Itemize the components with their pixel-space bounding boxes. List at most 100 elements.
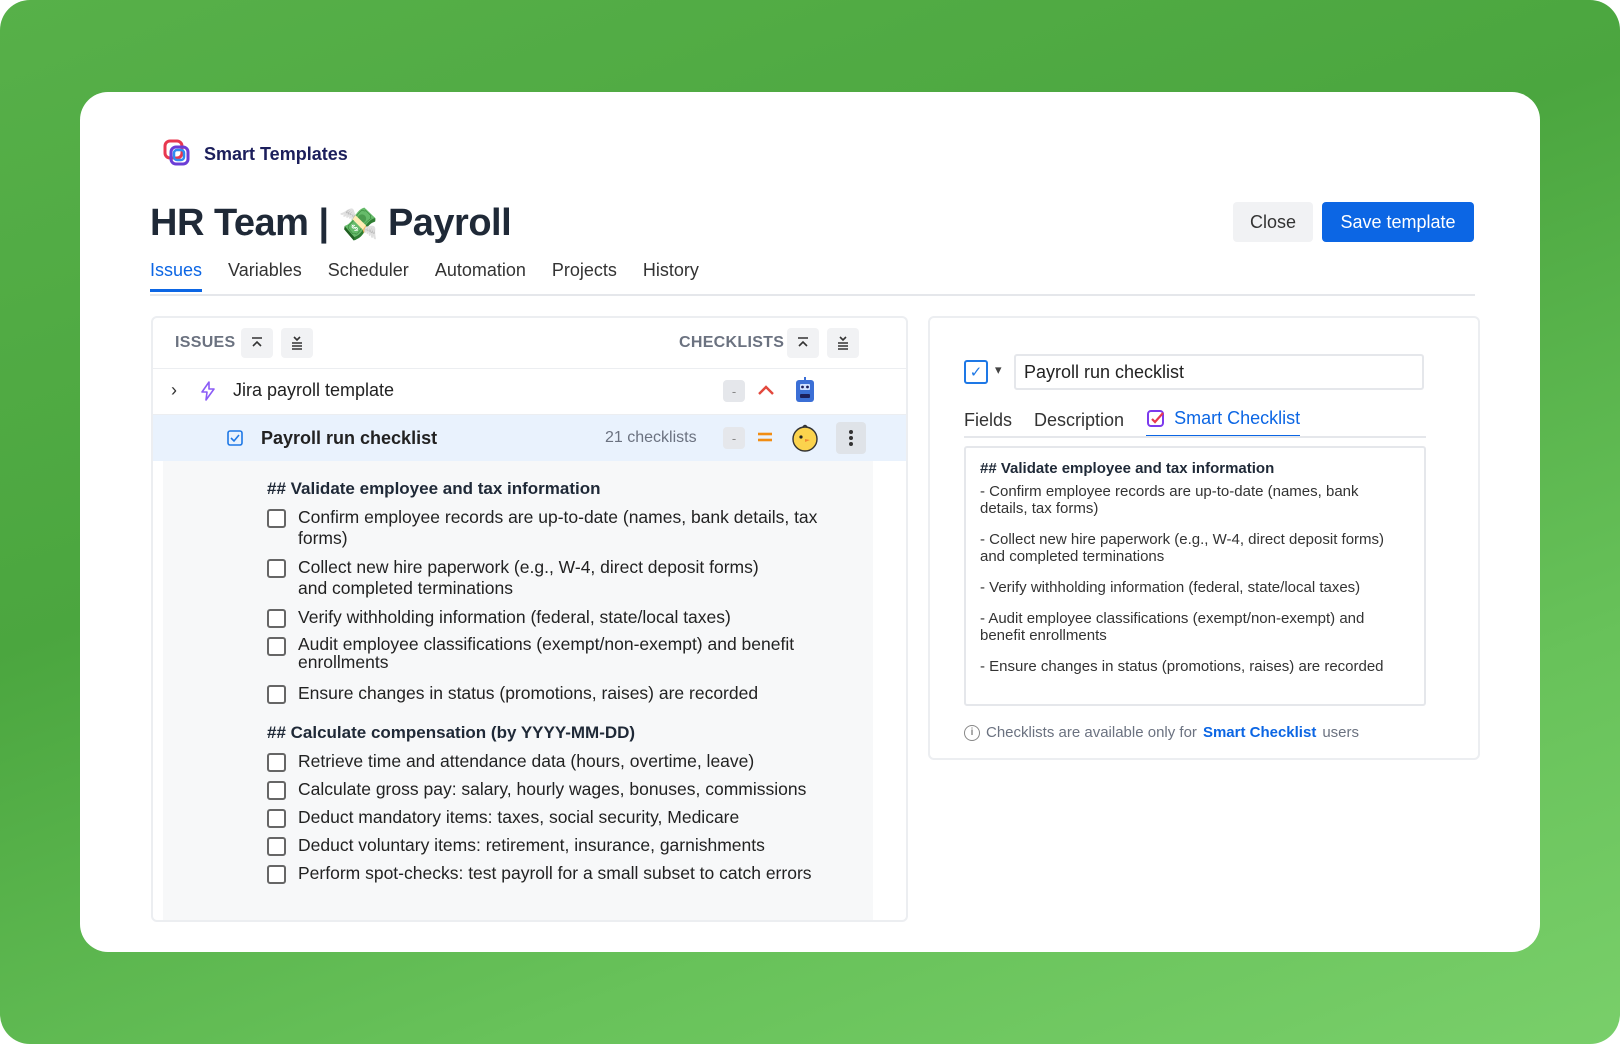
- save-template-button[interactable]: Save template: [1322, 202, 1474, 242]
- note-prefix: Checklists are available only for: [986, 724, 1197, 741]
- checklist-item[interactable]: Confirm employee records are up-to-date …: [267, 507, 837, 549]
- checklist-item-checkbox[interactable]: [267, 509, 286, 528]
- tab-issues[interactable]: Issues: [150, 260, 203, 292]
- tabs-divider: [150, 294, 1475, 296]
- checklist-item[interactable]: Audit employee classifications (exempt/n…: [267, 635, 817, 671]
- priority-medium-icon: [758, 432, 772, 442]
- issues-panel: ISSUES CHECKLISTS › Jira payroll templat…: [151, 316, 908, 922]
- checklist-detail-panel: ✓ ▾ Payroll run checklist Fields Descrip…: [928, 316, 1480, 760]
- selected-checklist-row[interactable]: Payroll run checklist 21 checklists -: [153, 415, 906, 461]
- checklist-item[interactable]: Retrieve time and attendance data (hours…: [267, 751, 754, 772]
- checklist-section-heading: ## Calculate compensation (by YYYY-MM-DD…: [267, 723, 636, 742]
- collapse-icon: [252, 337, 262, 347]
- checklist-item-text: Confirm employee records are up-to-date …: [298, 507, 818, 548]
- tab-scheduler[interactable]: Scheduler: [328, 260, 409, 292]
- main-tabs: Issues Variables Scheduler Automation Pr…: [150, 260, 725, 292]
- checklist-item[interactable]: Deduct voluntary items: retirement, insu…: [267, 835, 765, 856]
- checklist-item[interactable]: Ensure changes in status (promotions, ra…: [267, 683, 758, 704]
- tab-history[interactable]: History: [643, 260, 699, 292]
- markdown-line: - Audit employee classifications (exempt…: [980, 610, 1365, 644]
- checklist-item-checkbox[interactable]: [267, 609, 286, 628]
- checklist-item[interactable]: Perform spot-checks: test payroll for a …: [267, 863, 812, 884]
- chevron-right-icon[interactable]: ›: [171, 380, 177, 401]
- availability-note: i Checklists are available only for Smar…: [964, 724, 1359, 741]
- checklist-type-checkbox[interactable]: ✓: [964, 360, 988, 384]
- info-icon: i: [964, 724, 980, 741]
- checklist-item-checkbox[interactable]: [267, 753, 286, 772]
- issue-title: Jira payroll template: [233, 380, 395, 400]
- checklist-item-checkbox[interactable]: [267, 809, 286, 828]
- checklist-item-text: Audit employee classifications (exempt/n…: [298, 634, 795, 672]
- checkbox-checked-icon: [227, 430, 243, 446]
- more-vertical-icon: [849, 430, 853, 446]
- row-more-actions-button[interactable]: [836, 422, 866, 454]
- markdown-heading: ## Validate employee and tax information: [980, 460, 1275, 477]
- smart-checklist-markdown[interactable]: ## Validate employee and tax information…: [964, 446, 1426, 706]
- template-editor-card: Smart Templates HR Team | 💸 Payroll Clos…: [80, 92, 1540, 952]
- issue-row[interactable]: › Jira payroll template -: [153, 368, 906, 415]
- checklist-name-input[interactable]: Payroll run checklist: [1014, 354, 1424, 390]
- smart-templates-logo-icon: [163, 139, 190, 166]
- checklist-content: ## Validate employee and tax information…: [163, 461, 873, 920]
- tab-fields[interactable]: Fields: [964, 408, 1012, 438]
- checklist-item-text: Verify withholding information (federal,…: [298, 607, 731, 627]
- checklist-item-checkbox[interactable]: [267, 781, 286, 800]
- markdown-line: - Ensure changes in status (promotions, …: [980, 658, 1384, 675]
- page-title: HR Team | 💸 Payroll: [150, 202, 512, 245]
- checklist-item-checkbox[interactable]: [267, 685, 286, 704]
- checklist-item[interactable]: Collect new hire paperwork (e.g., W-4, d…: [267, 557, 767, 599]
- checklist-section-heading: ## Validate employee and tax information: [267, 479, 601, 498]
- issues-label: ISSUES: [175, 334, 236, 351]
- collapse-icon: [798, 337, 808, 347]
- checklist-item-text: Deduct voluntary items: retirement, insu…: [298, 835, 765, 855]
- checklist-dash-badge: -: [723, 380, 745, 402]
- checklist-item-checkbox[interactable]: [267, 865, 286, 884]
- checklist-item-text: Perform spot-checks: test payroll for a …: [298, 863, 812, 883]
- detail-tabs-divider: [964, 436, 1426, 438]
- checklist-item-text: Calculate gross pay: salary, hourly wage…: [298, 779, 807, 799]
- markdown-line: - Verify withholding information (federa…: [980, 579, 1361, 596]
- smart-checklist-link[interactable]: Smart Checklist: [1203, 724, 1316, 741]
- brand: Smart Templates: [162, 138, 348, 170]
- markdown-line: - Confirm employee records are up-to-dat…: [980, 483, 1359, 517]
- brand-name: Smart Templates: [204, 143, 348, 164]
- checklist-title: Payroll run checklist: [261, 428, 438, 448]
- checklist-item[interactable]: Verify withholding information (federal,…: [267, 607, 731, 628]
- priority-high-icon: [758, 385, 774, 395]
- tab-automation[interactable]: Automation: [435, 260, 526, 292]
- smart-checklist-logo-icon: [1147, 409, 1165, 427]
- robot-avatar-icon: [796, 377, 814, 402]
- checklist-item-text: Ensure changes in status (promotions, ra…: [298, 683, 759, 703]
- checklist-item-text: Collect new hire paperwork (e.g., W-4, d…: [298, 557, 759, 598]
- checklist-count: 21 checklists: [605, 429, 697, 446]
- checklist-item-checkbox[interactable]: [267, 837, 286, 856]
- chevron-down-icon[interactable]: ▾: [995, 362, 1002, 378]
- collapse-all-checklists-button[interactable]: [787, 328, 819, 358]
- note-suffix: users: [1322, 724, 1360, 741]
- expand-icon: [292, 336, 302, 350]
- markdown-line: - Collect new hire paperwork (e.g., W-4,…: [980, 531, 1385, 565]
- expand-icon: [838, 336, 848, 350]
- tab-projects[interactable]: Projects: [552, 260, 617, 292]
- collapse-all-issues-button[interactable]: [241, 328, 273, 358]
- checklist-item-text: Deduct mandatory items: taxes, social se…: [298, 807, 740, 827]
- expand-all-issues-button[interactable]: [281, 328, 313, 358]
- tab-variables[interactable]: Variables: [228, 260, 302, 292]
- checklist-item[interactable]: Deduct mandatory items: taxes, social se…: [267, 807, 739, 828]
- checklist-item[interactable]: Calculate gross pay: salary, hourly wage…: [267, 779, 806, 800]
- issues-panel-header: ISSUES CHECKLISTS: [153, 318, 906, 369]
- close-button[interactable]: Close: [1233, 202, 1313, 242]
- checklist-item-checkbox[interactable]: [267, 559, 286, 578]
- tab-smart-checklist[interactable]: Smart Checklist: [1146, 408, 1301, 438]
- checklist-item-checkbox[interactable]: [267, 637, 286, 656]
- expand-all-checklists-button[interactable]: [827, 328, 859, 358]
- lightning-icon: [201, 381, 215, 401]
- checklist-dash-badge: -: [723, 427, 745, 449]
- chick-avatar-icon: [792, 424, 818, 452]
- money-emoji-icon: 💸: [338, 205, 379, 242]
- tab-smart-checklist-label: Smart Checklist: [1174, 408, 1301, 428]
- checklist-item-text: Retrieve time and attendance data (hours…: [298, 751, 755, 771]
- title-prefix: HR Team |: [150, 202, 329, 244]
- checklists-label: CHECKLISTS: [679, 334, 785, 351]
- tab-description[interactable]: Description: [1034, 408, 1124, 438]
